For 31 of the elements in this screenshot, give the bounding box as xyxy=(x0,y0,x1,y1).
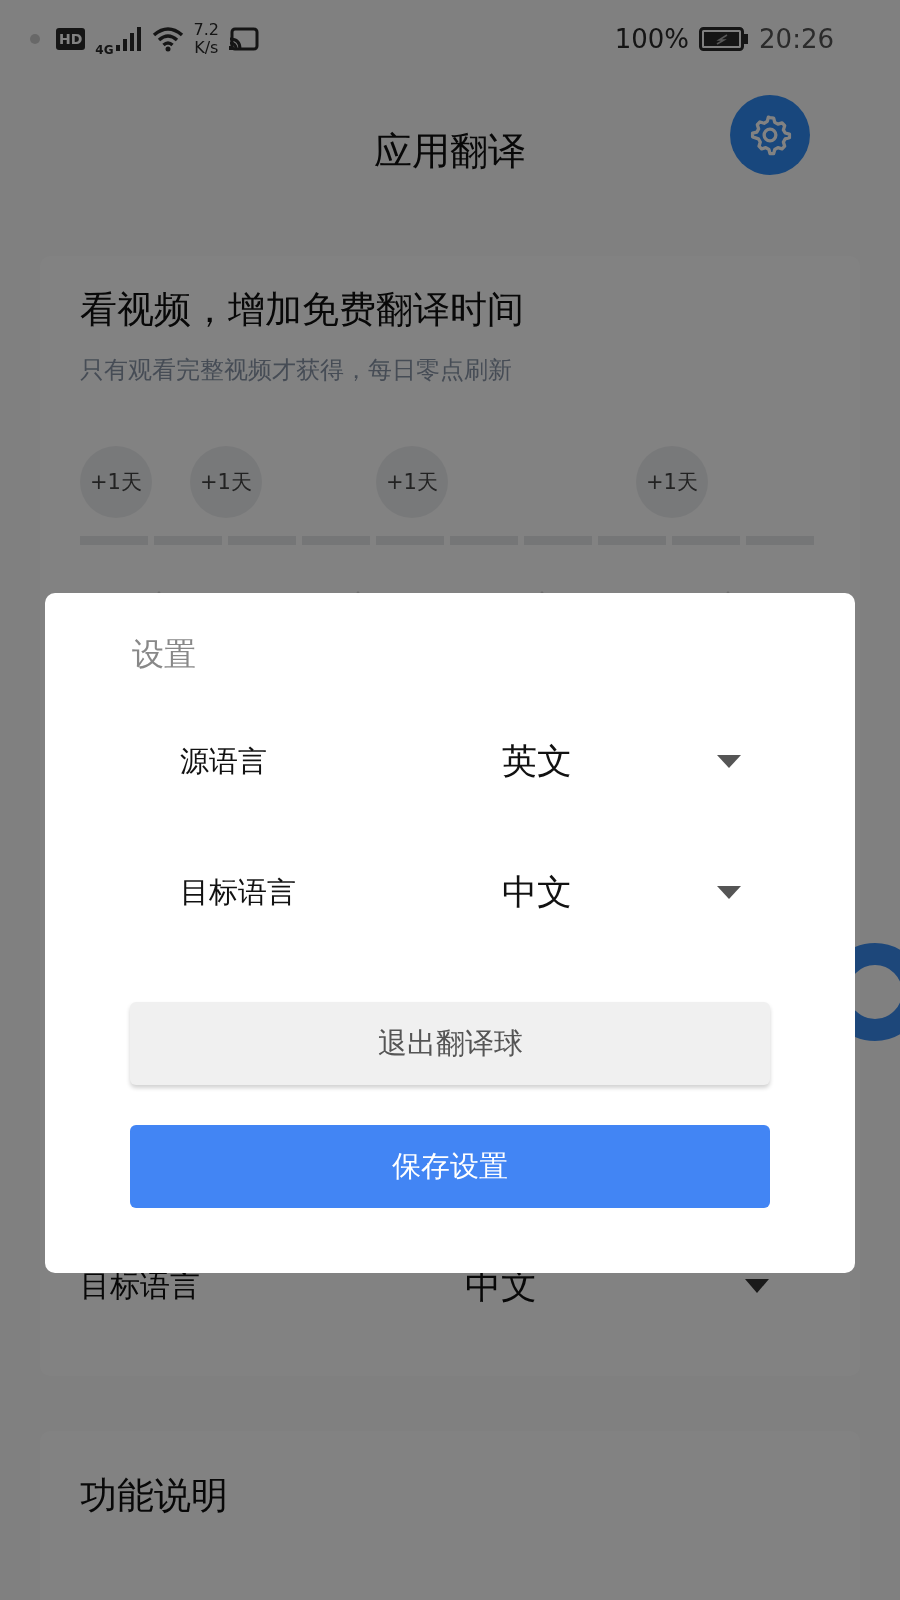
clock-time: 20:26 xyxy=(759,24,834,54)
dialog-title: 设置 xyxy=(132,634,197,675)
card-title: 看视频，增加免费翻译时间 xyxy=(80,287,525,333)
exit-button[interactable]: 退出翻译球 xyxy=(130,1002,770,1085)
language-label: 目标语言 xyxy=(180,873,297,911)
network-label: 4G xyxy=(95,43,114,57)
language-label: 源语言 xyxy=(180,742,268,780)
wifi-icon xyxy=(151,26,184,52)
speed-value: 7.2 xyxy=(193,21,219,39)
hd-badge: HD xyxy=(56,28,86,50)
card-subtitle: 只有观看完整视频才获得，每日零点刷新 xyxy=(80,355,513,386)
reward-badge: +1天 xyxy=(636,446,708,518)
save-button[interactable]: 保存设置 xyxy=(130,1125,770,1208)
page-title: 应用翻译 xyxy=(374,128,526,175)
speed-unit: K/s xyxy=(194,39,219,57)
language-value: 英文 xyxy=(502,740,573,783)
settings-icon xyxy=(748,113,792,157)
battery-icon xyxy=(699,27,750,51)
dropdown-caret-icon[interactable] xyxy=(717,755,741,768)
notification-dot xyxy=(30,34,40,44)
card-title: 功能说明 xyxy=(80,1473,229,1519)
language-label: 目标语言 xyxy=(80,1266,201,1305)
signal-icon xyxy=(115,27,142,51)
cast-icon xyxy=(229,27,259,51)
reward-badge: +1天 xyxy=(376,446,448,518)
dropdown-caret-icon[interactable] xyxy=(745,1279,769,1293)
reward-badge: +1天 xyxy=(190,446,262,518)
language-value: 中文 xyxy=(502,871,573,914)
dropdown-caret-icon[interactable] xyxy=(717,886,741,899)
reward-badge: +1天 xyxy=(80,446,152,518)
battery-percent: 100% xyxy=(614,24,690,54)
